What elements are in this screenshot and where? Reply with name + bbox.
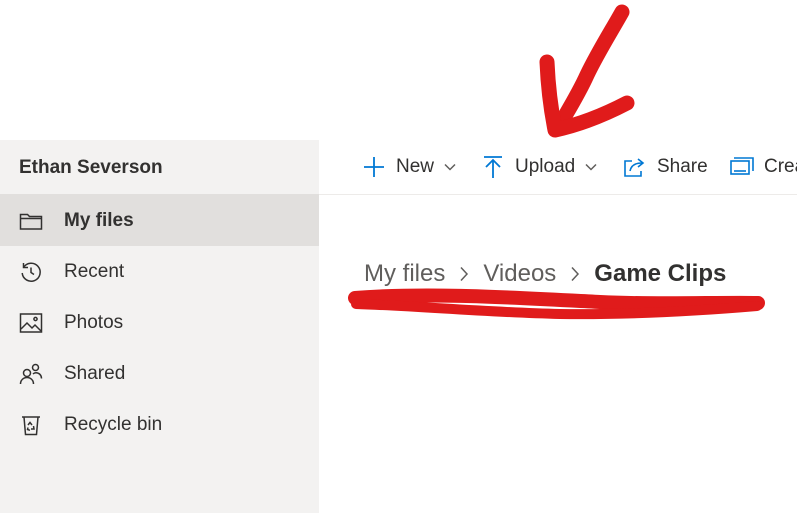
sidebar-item-label: Shared — [64, 362, 126, 384]
recycle-bin-icon — [18, 412, 44, 438]
annotation-underline — [348, 288, 765, 311]
top-blank-area — [0, 0, 797, 140]
new-button[interactable]: New — [362, 140, 456, 194]
annotation-underline-lower — [351, 299, 762, 320]
sidebar-item-shared[interactable]: Shared — [0, 348, 319, 399]
chevron-right-icon — [459, 266, 469, 282]
chevron-right-icon — [570, 266, 580, 282]
sidebar-item-photos[interactable]: Photos — [0, 297, 319, 348]
chevron-down-icon — [585, 163, 597, 171]
clock-history-icon — [18, 259, 44, 285]
album-icon — [730, 155, 754, 179]
create-album-button[interactable]: Crea — [730, 140, 797, 194]
sidebar-item-recent[interactable]: Recent — [0, 246, 319, 297]
share-icon — [623, 155, 647, 179]
breadcrumb-my-files[interactable]: My files — [364, 260, 445, 288]
user-name: Ethan Severson — [19, 157, 163, 178]
photo-icon — [18, 310, 44, 336]
sidebar-item-label: Recycle bin — [64, 413, 163, 435]
upload-button[interactable]: Upload — [481, 140, 597, 194]
upload-arrow-icon — [481, 155, 505, 179]
sidebar-item-my-files[interactable]: My files — [0, 195, 319, 246]
sidebar-item-label: Recent — [64, 260, 125, 282]
command-bar: New Upload Share Cre — [319, 140, 797, 195]
breadcrumb-videos[interactable]: Videos — [483, 260, 556, 288]
create-album-button-label: Crea — [764, 156, 797, 177]
share-button[interactable]: Share — [623, 140, 708, 194]
sidebar-item-recycle-bin[interactable]: Recycle bin — [0, 399, 319, 450]
new-button-label: New — [396, 156, 435, 177]
people-icon — [18, 361, 44, 387]
upload-button-label: Upload — [515, 156, 576, 177]
sidebar-item-label: My files — [64, 209, 134, 231]
breadcrumb: My files Videos Game Clips — [364, 256, 726, 292]
chevron-down-icon — [444, 163, 456, 171]
share-button-label: Share — [657, 156, 708, 177]
folder-icon — [18, 208, 44, 234]
sidebar-item-label: Photos — [64, 311, 124, 333]
plus-icon — [362, 155, 386, 179]
sidebar: Ethan Severson My files Recent Photos Sh… — [0, 140, 319, 513]
breadcrumb-game-clips: Game Clips — [594, 260, 727, 287]
